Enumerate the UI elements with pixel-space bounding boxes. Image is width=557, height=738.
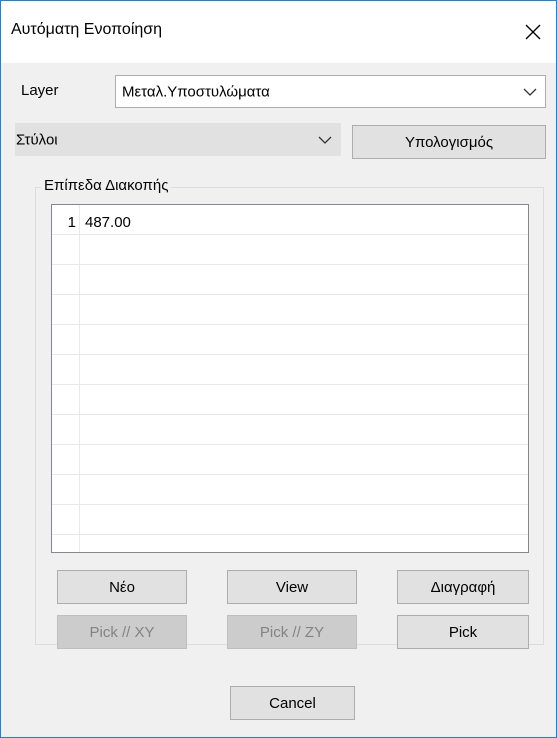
type-select-value: Στύλοι: [16, 131, 58, 148]
table-row[interactable]: [52, 265, 528, 295]
table-row[interactable]: [52, 355, 528, 385]
table-row[interactable]: 1 487.00: [52, 205, 528, 235]
dialog-window: Αυτόματη Ενοποίηση Layer Μεταλ.Υποστυλώμ…: [0, 0, 557, 738]
close-icon: [525, 24, 541, 40]
chevron-down-icon: [523, 88, 537, 96]
row-index: 1: [67, 214, 76, 231]
chevron-down-icon: [318, 136, 332, 144]
row-value: 487.00: [85, 214, 131, 231]
table-row[interactable]: [52, 505, 528, 535]
table-row[interactable]: [52, 415, 528, 445]
type-select[interactable]: Στύλοι: [15, 123, 341, 156]
layer-select[interactable]: Μεταλ.Υποστυλώματα: [115, 75, 546, 108]
new-button[interactable]: Νέο: [57, 570, 187, 604]
cancel-button[interactable]: Cancel: [230, 686, 355, 720]
window-title: Αυτόματη Ενοποίηση: [11, 21, 163, 38]
delete-button[interactable]: Διαγραφή: [397, 570, 529, 604]
pick-button[interactable]: Pick: [397, 615, 529, 649]
pick-xy-button[interactable]: Pick // XY: [57, 615, 187, 649]
title-bar[interactable]: Αυτόματη Ενοποίηση: [1, 1, 556, 63]
pick-zy-button[interactable]: Pick // ZY: [227, 615, 357, 649]
table-row[interactable]: [52, 475, 528, 505]
table-row[interactable]: [52, 445, 528, 475]
table-row[interactable]: [52, 535, 528, 552]
table-row[interactable]: [52, 295, 528, 325]
close-button[interactable]: [510, 1, 556, 63]
layer-select-value: Μεταλ.Υποστυλώματα: [122, 83, 270, 100]
view-button[interactable]: View: [227, 570, 357, 604]
table-row[interactable]: [52, 235, 528, 265]
table-row[interactable]: [52, 385, 528, 415]
cut-levels-legend: Επίπεδα Διακοπής: [41, 177, 172, 194]
table-row[interactable]: [52, 325, 528, 355]
cut-levels-grid[interactable]: 1 487.00: [51, 204, 529, 553]
calculate-button[interactable]: Υπολογισμός: [352, 125, 546, 159]
layer-label: Layer: [21, 82, 59, 99]
